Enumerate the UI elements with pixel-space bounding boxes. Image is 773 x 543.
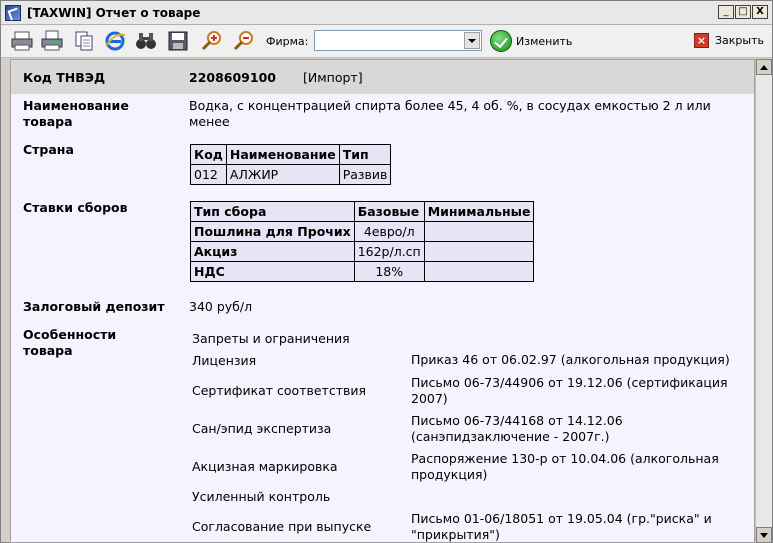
chevron-down-icon[interactable] (464, 32, 480, 49)
table-row: Акциз 162р/л.сп (190, 241, 535, 262)
table-row: НДС 18% (190, 261, 535, 282)
table-header: Тип сбора (190, 201, 355, 222)
table-header: Наименование (225, 144, 340, 165)
table-cell: 162р/л.сп (353, 241, 425, 262)
feature-value: Письмо 06-73/44906 от 19.12.06 (сертифик… (411, 375, 728, 406)
table-row: 012 АЛЖИР Развив (190, 164, 392, 185)
close-button-label: Закрыть (715, 34, 764, 47)
feature-label: Усиленный контроль (192, 489, 331, 504)
table-cell: Пошлина для Прочих (190, 221, 355, 242)
table-header-row: Тип сбора Базовые Минимальные (190, 201, 535, 222)
close-button[interactable]: × Закрыть (694, 33, 764, 48)
code-tag: [Импорт] (303, 70, 363, 85)
table-cell: Развив (338, 164, 392, 185)
feature-value: Приказ 46 от 06.02.97 (алкогольная проду… (411, 352, 730, 367)
table-cell: АЛЖИР (225, 164, 340, 185)
table-header: Базовые (353, 201, 425, 222)
table-row: Пошлина для Прочих 4евро/л (190, 221, 535, 242)
checkmark-icon (490, 30, 512, 52)
table-cell: Акциз (190, 241, 355, 262)
vertical-scrollbar[interactable] (755, 59, 772, 543)
minimize-button[interactable]: _ (718, 5, 734, 19)
firm-label: Фирма: (266, 35, 309, 48)
maximize-button[interactable]: □ (735, 5, 751, 19)
title-bar: [TAXWIN] Отчет о товаре _ □ X (1, 1, 772, 25)
zoom-out-icon[interactable] (231, 29, 257, 53)
browser-icon[interactable] (102, 29, 128, 53)
table-cell: 4евро/л (353, 221, 425, 242)
feature-value: Письмо 06-73/44168 от 14.12.06 (санэпидз… (411, 413, 623, 444)
feature-value: Письмо 01-06/18051 от 19.05.04 (гр."риск… (411, 511, 712, 542)
save-icon[interactable] (165, 29, 191, 53)
print-preview-icon[interactable] (39, 29, 65, 53)
code-row: Код ТНВЭД 2208609100 [Импорт] (11, 60, 754, 94)
deposit-label: Залоговый депозит (23, 299, 165, 314)
name-value: Водка, с концентрацией спирта более 45, … (189, 98, 711, 129)
name-label: Наименование товара (23, 98, 129, 129)
table-cell: 18% (353, 261, 425, 282)
table-header-row: Код Наименование Тип (190, 144, 392, 165)
change-button-label: Изменить (516, 34, 573, 48)
table-cell (423, 221, 535, 242)
scroll-down-icon[interactable] (756, 527, 772, 543)
report-content: Код ТНВЭД 2208609100 [Импорт] Наименован… (10, 59, 755, 543)
feature-label: Акцизная маркировка (192, 459, 338, 474)
table-header: Минимальные (423, 201, 535, 222)
code-value: 2208609100 (189, 70, 276, 85)
print-icon[interactable] (9, 29, 35, 53)
table-cell (423, 241, 535, 262)
feature-label: Лицензия (192, 353, 257, 368)
table-cell: 012 (190, 164, 227, 185)
firm-select[interactable] (314, 30, 482, 51)
feature-label: Сертификат соответствия (192, 383, 366, 398)
country-label: Страна (23, 142, 74, 157)
table-cell: НДС (190, 261, 355, 282)
close-icon: × (694, 33, 709, 48)
binoculars-icon[interactable] (133, 29, 159, 53)
scroll-up-icon[interactable] (756, 59, 772, 75)
window-title: [TAXWIN] Отчет о товаре (27, 6, 201, 20)
country-table: Код Наименование Тип 012 АЛЖИР Развив (190, 144, 392, 185)
change-button[interactable]: Изменить (490, 29, 572, 53)
zoom-in-icon[interactable] (199, 29, 225, 53)
toolbar: Фирма: Изменить × Закрыть (1, 25, 772, 58)
window-close-button[interactable]: X (752, 5, 768, 19)
app-icon (5, 5, 21, 21)
feature-label: Запреты и ограничения (192, 331, 350, 346)
table-header: Тип (338, 144, 392, 165)
table-header: Код (190, 144, 227, 165)
rates-table: Тип сбора Базовые Минимальные Пошлина дл… (190, 201, 535, 282)
rates-label: Ставки сборов (23, 200, 128, 215)
feature-label: Сан/эпид экспертиза (192, 421, 332, 436)
features-label: Особенности товара (23, 327, 117, 358)
feature-value: Распоряжение 130-р от 10.04.06 (алкоголь… (411, 451, 719, 482)
table-cell (423, 261, 535, 282)
code-label: Код ТНВЭД (23, 70, 106, 85)
report-window: [TAXWIN] Отчет о товаре _ □ X Фирма: Изм… (0, 0, 773, 543)
feature-label: Согласование при выпуске (192, 519, 372, 534)
deposit-value: 340 руб/л (189, 299, 253, 314)
copy-icon[interactable] (71, 29, 97, 53)
